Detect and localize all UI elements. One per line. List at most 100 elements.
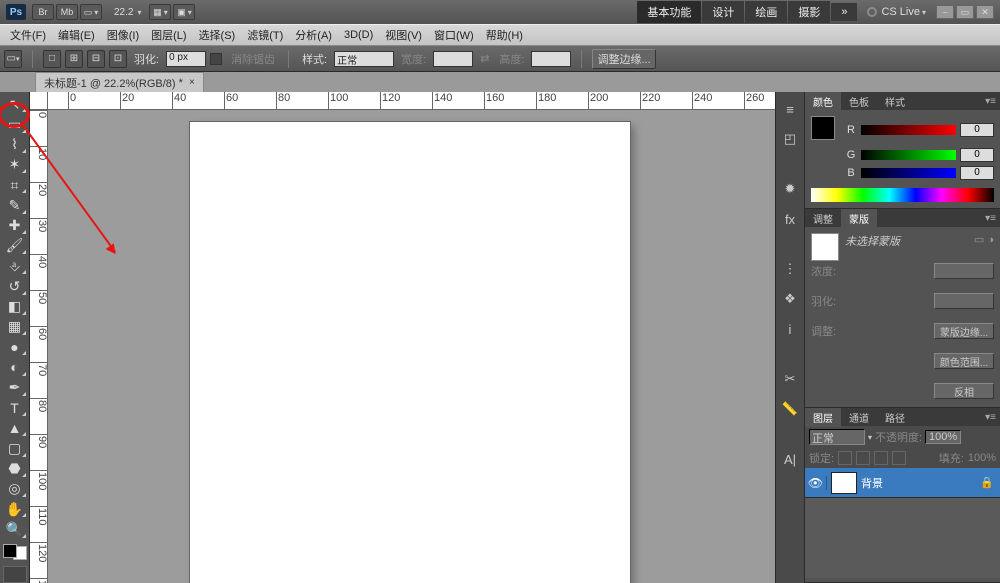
masks-tab[interactable]: 蒙版 bbox=[841, 209, 877, 228]
ruler-horizontal[interactable]: 020406080100120140160180200220240260 bbox=[48, 92, 775, 110]
layers-tab[interactable]: 图层 bbox=[805, 408, 841, 427]
adjustments-tab[interactable]: 调整 bbox=[805, 209, 841, 228]
hue-strip[interactable] bbox=[811, 188, 994, 202]
menu-select[interactable]: 选择(S) bbox=[193, 25, 242, 45]
measure-icon[interactable]: 📏 bbox=[778, 397, 802, 421]
pixel-mask-icon[interactable]: ▭ ◑ bbox=[974, 233, 994, 246]
eyedropper-tool[interactable]: ✎ bbox=[3, 196, 27, 214]
workspace-more[interactable]: » bbox=[831, 3, 857, 21]
sel-add-icon[interactable]: ⊞ bbox=[65, 50, 83, 68]
minibridge-button[interactable]: Mb bbox=[56, 4, 78, 20]
menu-image[interactable]: 图像(I) bbox=[101, 25, 145, 45]
close-tab-icon[interactable]: × bbox=[189, 77, 195, 88]
invert-button[interactable]: 反相 bbox=[934, 383, 994, 399]
panel-menu-icon[interactable]: ▾≡ bbox=[985, 96, 996, 107]
healing-tool[interactable]: ✚ bbox=[3, 217, 27, 235]
workspace-painting[interactable]: 绘画 bbox=[745, 1, 787, 23]
canvas[interactable] bbox=[190, 122, 630, 583]
workspace-photography[interactable]: 摄影 bbox=[788, 1, 830, 23]
move-tool[interactable]: ↖ bbox=[3, 95, 27, 113]
extras-button[interactable]: ▣▾ bbox=[173, 4, 195, 20]
window-minimize[interactable]: ⎯ bbox=[936, 5, 954, 19]
character-icon[interactable]: A| bbox=[778, 447, 802, 471]
document-tab[interactable]: 未标题-1 @ 22.2%(RGB/8) * × bbox=[35, 72, 204, 92]
feather-input[interactable]: 0 px bbox=[166, 51, 206, 67]
3d-camera-tool[interactable]: ◎ bbox=[3, 480, 27, 498]
antialias-checkbox[interactable] bbox=[210, 53, 222, 65]
ruler-vertical[interactable]: 0102030405060708090100110120130 bbox=[30, 110, 48, 583]
workspace-essentials[interactable]: 基本功能 bbox=[637, 1, 701, 23]
swatches-icon[interactable]: ◰ bbox=[778, 127, 802, 151]
menu-filter[interactable]: 滤镜(T) bbox=[241, 25, 289, 45]
layer-thumbnail[interactable] bbox=[831, 472, 857, 494]
menu-edit[interactable]: 编辑(E) bbox=[52, 25, 101, 45]
menu-file[interactable]: 文件(F) bbox=[4, 25, 52, 45]
menu-window[interactable]: 窗口(W) bbox=[428, 25, 480, 45]
red-slider[interactable] bbox=[861, 125, 956, 135]
quickmask-button[interactable] bbox=[3, 566, 27, 583]
3d-panel-icon[interactable]: ✂ bbox=[778, 367, 802, 391]
3d-tool[interactable]: ⬣ bbox=[3, 460, 27, 478]
fill-input[interactable]: 100% bbox=[968, 452, 996, 464]
sel-intersect-icon[interactable]: ⊡ bbox=[109, 50, 127, 68]
pen-tool[interactable]: ✒ bbox=[3, 379, 27, 397]
brush-tool[interactable]: 🖌 bbox=[3, 237, 27, 255]
stamp-tool[interactable]: ⎀ bbox=[3, 257, 27, 275]
marquee-tool[interactable]: ▭ bbox=[3, 115, 27, 133]
history-brush-tool[interactable]: ↺ bbox=[3, 277, 27, 295]
blur-tool[interactable]: ● bbox=[3, 338, 27, 356]
lock-all[interactable] bbox=[892, 451, 906, 465]
panel-menu-icon[interactable]: ▾≡ bbox=[985, 213, 996, 224]
layer-name[interactable]: 背景 bbox=[861, 475, 883, 491]
menu-view[interactable]: 视图(V) bbox=[379, 25, 428, 45]
visibility-toggle[interactable]: 👁 bbox=[805, 476, 827, 490]
blend-mode-select[interactable]: 正常 bbox=[809, 429, 865, 445]
dodge-tool[interactable]: ◐ bbox=[3, 358, 27, 376]
styles-tab[interactable]: 样式 bbox=[877, 92, 913, 111]
menu-help[interactable]: 帮助(H) bbox=[480, 25, 529, 45]
clone-src-icon[interactable]: ❖ bbox=[778, 287, 802, 311]
quick-select-tool[interactable]: ✶ bbox=[3, 156, 27, 174]
color-range-button[interactable]: 颜色范围... bbox=[934, 353, 994, 369]
screen-mode-button[interactable]: ▭▾ bbox=[80, 4, 102, 20]
red-value[interactable]: 0 bbox=[960, 123, 994, 137]
blue-slider[interactable] bbox=[861, 168, 956, 178]
color-tab[interactable]: 颜色 bbox=[805, 92, 841, 111]
window-close[interactable]: ✕ bbox=[976, 5, 994, 19]
layer-row[interactable]: 👁 背景 🔒 bbox=[805, 468, 1000, 498]
color-swatch[interactable] bbox=[3, 544, 27, 561]
lock-transparent[interactable] bbox=[838, 451, 852, 465]
green-value[interactable]: 0 bbox=[960, 148, 994, 162]
sel-sub-icon[interactable]: ⊟ bbox=[87, 50, 105, 68]
workspace-design[interactable]: 设计 bbox=[702, 1, 744, 23]
panel-menu-icon[interactable]: ▾≡ bbox=[985, 412, 996, 423]
menu-analysis[interactable]: 分析(A) bbox=[289, 25, 338, 45]
style-select[interactable]: 正常 bbox=[334, 51, 394, 67]
ruler-origin[interactable] bbox=[30, 92, 48, 110]
info-icon[interactable]: i bbox=[778, 317, 802, 341]
adjustments-icon[interactable]: ✹ bbox=[778, 177, 802, 201]
window-maximize[interactable]: ▭ bbox=[956, 5, 974, 19]
zoom-tool[interactable]: 🔍 bbox=[3, 520, 27, 538]
zoom-level[interactable]: 22.2 bbox=[114, 7, 133, 18]
sel-new-icon[interactable]: □ bbox=[43, 50, 61, 68]
mask-thumbnail[interactable] bbox=[811, 233, 839, 261]
arrange-button[interactable]: ▦▾ bbox=[149, 4, 171, 20]
lasso-tool[interactable]: ⌇ bbox=[3, 136, 27, 154]
tool-preset-button[interactable]: ▭▾ bbox=[4, 50, 22, 68]
foreground-color[interactable] bbox=[811, 116, 835, 140]
blue-value[interactable]: 0 bbox=[960, 166, 994, 180]
type-tool[interactable]: T bbox=[3, 399, 27, 417]
lock-position[interactable] bbox=[874, 451, 888, 465]
swatches-tab[interactable]: 色板 bbox=[841, 92, 877, 111]
cslive-button[interactable]: CS Live▾ bbox=[867, 6, 926, 18]
channels-tab[interactable]: 通道 bbox=[841, 408, 877, 427]
hand-tool[interactable]: ✋ bbox=[3, 500, 27, 518]
menu-layer[interactable]: 图层(L) bbox=[145, 25, 192, 45]
paths-tab[interactable]: 路径 bbox=[877, 408, 913, 427]
bridge-button[interactable]: Br bbox=[32, 4, 54, 20]
mask-edge-button[interactable]: 蒙版边缘... bbox=[934, 323, 994, 339]
shape-tool[interactable]: ▢ bbox=[3, 439, 27, 457]
menu-3d[interactable]: 3D(D) bbox=[338, 27, 379, 43]
history-icon[interactable]: ≡ bbox=[778, 97, 802, 121]
